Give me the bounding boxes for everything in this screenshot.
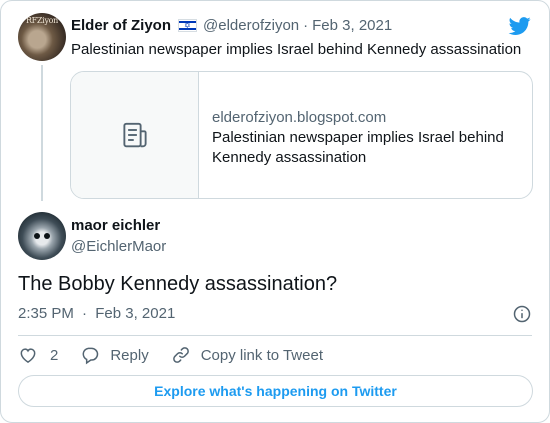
link-domain: elderofziyon.blogspot.com [212, 109, 387, 126]
israel-flag-icon: ✡ [178, 19, 198, 32]
embedded-tweet-card: RFZiyon Elder of Ziyon ✡ @elderofziyon ·… [0, 0, 550, 423]
parent-author-handle[interactable]: @elderofziyon [203, 17, 299, 34]
explore-twitter-button[interactable]: Explore what's happening on Twitter [18, 375, 533, 407]
reply-avatar[interactable] [18, 212, 66, 260]
reply-button[interactable]: Reply [80, 345, 149, 365]
tweet-actions-bar: 2 Reply Copy link to Tweet [18, 345, 345, 365]
thread-connector-line [41, 65, 43, 201]
reply-author-name[interactable]: maor eichler [71, 217, 160, 234]
like-count: 2 [50, 346, 59, 364]
reply-author-handle[interactable]: @EichlerMaor [71, 238, 166, 255]
reply-time: 2:35 PM [18, 305, 74, 322]
header-separator: · [303, 17, 309, 34]
link-icon [172, 347, 189, 363]
copy-link-label: Copy link to Tweet [200, 346, 323, 364]
link-title: Palestinian newspaper implies Israel beh… [212, 129, 504, 166]
parent-author-name[interactable]: Elder of Ziyon [71, 17, 171, 34]
reply-timestamp[interactable]: 2:35 PM · Feb 3, 2021 [18, 305, 175, 322]
parent-tweet-header: Elder of Ziyon ✡ @elderofziyon · Feb 3, … [71, 17, 392, 34]
twitter-bird-icon[interactable] [508, 15, 532, 37]
copy-link-button[interactable]: Copy link to Tweet [171, 345, 323, 365]
like-button[interactable]: 2 [18, 345, 58, 365]
info-icon[interactable] [512, 304, 532, 324]
meta-separator: · [82, 305, 88, 322]
divider [18, 335, 532, 336]
link-text-block: elderofziyon.blogspot.com Palestinian ne… [212, 108, 518, 168]
parent-tweet-text: Palestinian newspaper implies Israel beh… [71, 41, 522, 58]
link-thumbnail [71, 72, 199, 198]
reply-date: Feb 3, 2021 [95, 305, 176, 322]
avatar-logo-text: RFZiyon [25, 16, 59, 25]
document-icon [122, 122, 147, 148]
avatar-face [34, 233, 50, 239]
parent-avatar[interactable]: RFZiyon [18, 13, 66, 61]
link-preview-card[interactable]: elderofziyon.blogspot.com Palestinian ne… [70, 71, 533, 199]
heart-icon [20, 348, 36, 363]
reply-bubble-icon [82, 347, 99, 365]
reply-label: Reply [110, 346, 149, 364]
reply-tweet-text: The Bobby Kennedy assassination? [18, 273, 338, 295]
parent-tweet-date[interactable]: Feb 3, 2021 [312, 17, 392, 34]
